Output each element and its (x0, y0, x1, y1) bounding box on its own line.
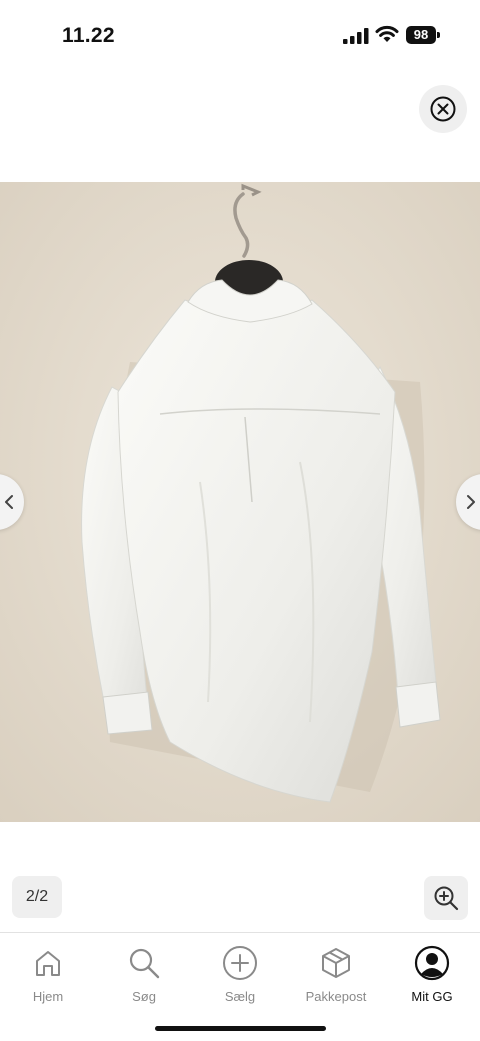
status-time: 11.22 (62, 24, 115, 47)
status-bar: 11.22 98 (0, 0, 480, 70)
tab-label: Søg (132, 989, 156, 1004)
image-counter: 2/2 (12, 876, 62, 918)
battery-level: 98 (406, 26, 436, 44)
product-photo[interactable] (0, 182, 480, 822)
tab-label: Hjem (32, 989, 64, 1004)
home-icon (36, 951, 60, 976)
tab-mit-gg[interactable]: Mit GG (384, 945, 480, 1007)
tab-label: Mit GG (411, 989, 453, 1004)
home-indicator (155, 1026, 326, 1031)
search-icon (129, 948, 160, 979)
tab-label: Pakkepost (305, 989, 367, 1004)
tab-sog[interactable]: Søg (96, 945, 192, 1007)
battery-icon: 98 (406, 26, 440, 44)
zoom-button[interactable] (424, 876, 468, 920)
tab-bar: Hjem Søg Sælg Pakkepost Mit GG (0, 932, 480, 1041)
cellular-signal-icon (343, 28, 369, 44)
zoom-in-icon (434, 886, 459, 911)
tab-pakkepost[interactable]: Pakkepost (288, 945, 384, 1007)
profile-icon (414, 945, 450, 981)
close-button[interactable] (419, 85, 467, 133)
tab-saelg[interactable]: Sælg (192, 945, 288, 1007)
chevron-left-icon (5, 495, 13, 509)
package-icon (322, 948, 350, 978)
shirt-image (0, 182, 480, 822)
close-circle-icon (430, 96, 456, 122)
wifi-icon (375, 25, 399, 42)
tab-hjem[interactable]: Hjem (0, 945, 96, 1007)
tab-label: Sælg (224, 989, 256, 1004)
plus-circle-icon (223, 946, 257, 980)
chevron-right-icon (467, 495, 475, 509)
